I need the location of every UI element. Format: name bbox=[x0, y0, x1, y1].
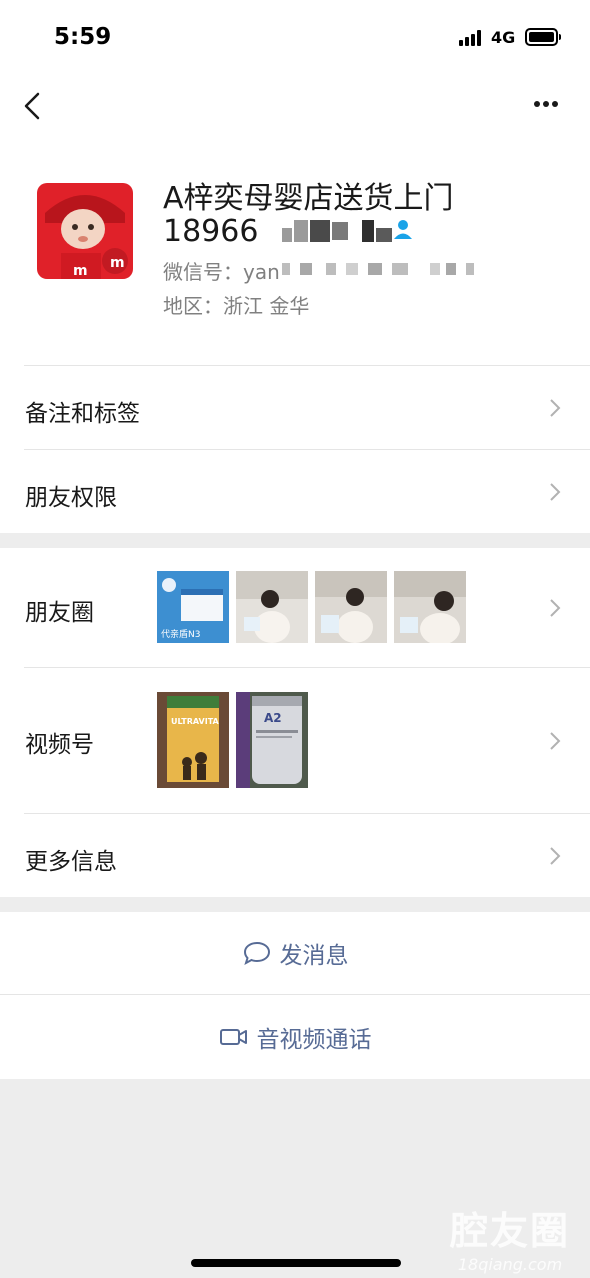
watermark-sub: 18qiang.com bbox=[457, 1255, 563, 1274]
status-time: 5:59 bbox=[54, 24, 112, 50]
phone-number: 18966 bbox=[163, 213, 259, 249]
chevron-right-icon bbox=[550, 847, 561, 865]
send-message-button[interactable]: 发消息 bbox=[0, 912, 590, 994]
video-camera-icon bbox=[219, 1029, 247, 1045]
send-message-label: 发消息 bbox=[279, 943, 349, 969]
channels-thumb-caption: A2 bbox=[264, 711, 282, 725]
region: 地区：浙江 金华 bbox=[163, 294, 310, 318]
svg-text:m: m bbox=[110, 255, 125, 271]
chevron-right-icon bbox=[550, 399, 561, 417]
chevron-right-icon bbox=[550, 599, 561, 617]
friend-permissions-row[interactable]: 朋友权限 bbox=[0, 450, 590, 533]
chevron-right-icon bbox=[550, 732, 561, 750]
channels-thumb-1[interactable]: ULTRAVITA bbox=[157, 692, 229, 788]
more-info-label: 更多信息 bbox=[25, 849, 117, 875]
moments-thumb-1[interactable]: 代亲盾N3 bbox=[157, 571, 229, 643]
watermark-main: 腔友圈 bbox=[450, 1209, 571, 1253]
network-label: 4G bbox=[491, 28, 516, 47]
person-icon bbox=[394, 220, 412, 239]
moments-thumb-2[interactable] bbox=[236, 571, 308, 643]
chevron-right-icon bbox=[550, 483, 561, 501]
back-button[interactable] bbox=[18, 86, 54, 126]
phone-mosaic bbox=[280, 220, 393, 242]
svg-text:m: m bbox=[73, 263, 88, 279]
watermark-logo: 腔友圈 18qiang.com bbox=[450, 1200, 570, 1274]
avatar[interactable]: m m bbox=[37, 183, 133, 279]
channels-thumb-caption: ULTRAVITA bbox=[171, 717, 220, 726]
channels-label: 视频号 bbox=[25, 732, 94, 758]
remark-tags-label: 备注和标签 bbox=[25, 401, 140, 427]
channels-thumb-2[interactable]: A2 bbox=[236, 692, 308, 788]
moments-thumb-3[interactable] bbox=[315, 571, 387, 643]
more-dots-icon bbox=[534, 101, 540, 107]
channels-row[interactable]: 视频号 ULTRAVITA A2 bbox=[0, 668, 590, 813]
chevron-left-icon bbox=[24, 92, 40, 120]
more-info-row[interactable]: 更多信息 bbox=[0, 814, 590, 897]
moments-thumb-caption: 代亲盾N3 bbox=[161, 628, 200, 640]
av-call-label: 音视频通话 bbox=[256, 1027, 372, 1053]
friend-permissions-label: 朋友权限 bbox=[25, 485, 117, 511]
phone-row: 18966 bbox=[163, 211, 393, 251]
moments-row[interactable]: 朋友圈 代亲盾N3 bbox=[0, 548, 590, 667]
av-call-button[interactable]: 音视频通话 bbox=[0, 995, 590, 1079]
more-button[interactable] bbox=[526, 92, 566, 116]
wechat-id-mosaic bbox=[282, 263, 482, 277]
remark-tags-row[interactable]: 备注和标签 bbox=[0, 366, 590, 449]
battery-icon bbox=[525, 28, 561, 46]
signal-icon bbox=[459, 30, 485, 46]
home-indicator[interactable] bbox=[191, 1259, 401, 1267]
wechat-id: 微信号：yan bbox=[163, 260, 280, 284]
chat-bubble-icon bbox=[243, 941, 270, 966]
moments-label: 朋友圈 bbox=[25, 600, 94, 626]
moments-thumb-4[interactable] bbox=[394, 571, 466, 643]
